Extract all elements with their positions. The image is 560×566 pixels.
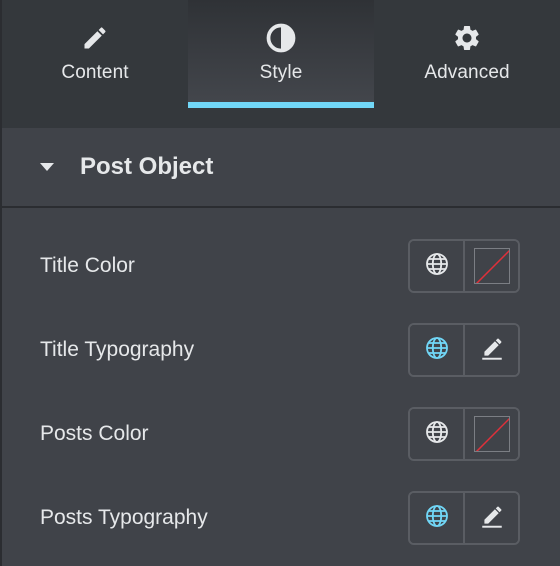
- color-picker-button[interactable]: [463, 409, 518, 459]
- control-title-color: Title Color: [2, 224, 560, 308]
- control-posts-typography: Posts Typography: [2, 476, 560, 560]
- edit-typography-button[interactable]: [463, 325, 518, 375]
- control-buttons: [408, 239, 520, 293]
- editor-panel: Content Style Advanced Post Object Title…: [0, 0, 560, 566]
- global-fonts-button[interactable]: [410, 493, 463, 543]
- pencil-icon: [79, 22, 111, 54]
- panel-tabs: Content Style Advanced: [2, 0, 560, 108]
- global-colors-button[interactable]: [410, 241, 463, 291]
- tab-style[interactable]: Style: [188, 0, 374, 108]
- control-label: Posts Typography: [40, 506, 208, 529]
- control-buttons: [408, 323, 520, 377]
- globe-icon: [425, 504, 449, 533]
- section-title: Post Object: [80, 153, 214, 180]
- globe-icon: [425, 252, 449, 281]
- color-picker-button[interactable]: [463, 241, 518, 291]
- half-circle-icon: [265, 22, 297, 54]
- tab-advanced[interactable]: Advanced: [374, 0, 560, 108]
- gear-icon: [451, 22, 483, 54]
- tab-content-label: Content: [61, 62, 129, 83]
- control-title-typography: Title Typography: [2, 308, 560, 392]
- global-colors-button[interactable]: [410, 409, 463, 459]
- global-fonts-button[interactable]: [410, 325, 463, 375]
- tab-style-label: Style: [259, 62, 303, 83]
- globe-icon: [425, 420, 449, 449]
- tabs-divider: [2, 108, 560, 128]
- control-buttons: [408, 491, 520, 545]
- control-label: Posts Color: [40, 422, 149, 445]
- section-toggle-post-object[interactable]: Post Object: [2, 128, 560, 208]
- tab-content[interactable]: Content: [2, 0, 188, 108]
- no-color-swatch-icon: [473, 416, 510, 452]
- caret-down-icon: [40, 163, 54, 171]
- globe-icon: [425, 336, 449, 365]
- control-label: Title Typography: [40, 338, 195, 361]
- edit-pencil-icon: [479, 335, 505, 366]
- edit-pencil-icon: [479, 503, 505, 534]
- control-label: Title Color: [40, 254, 135, 277]
- control-buttons: [408, 407, 520, 461]
- control-posts-color: Posts Color: [2, 392, 560, 476]
- edit-typography-button[interactable]: [463, 493, 518, 543]
- controls-list: Title Color Title Typography Posts Color…: [2, 208, 560, 560]
- no-color-swatch-icon: [473, 248, 510, 284]
- tab-advanced-label: Advanced: [424, 62, 510, 83]
